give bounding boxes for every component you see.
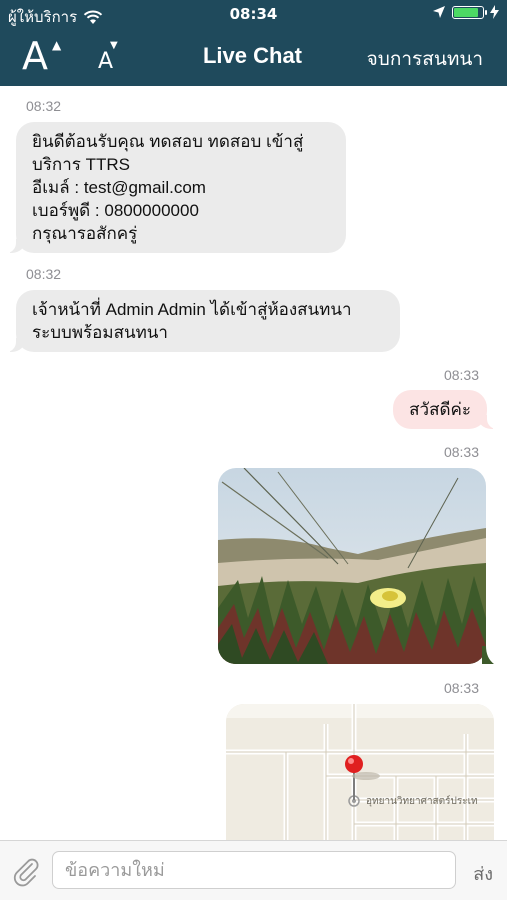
status-right <box>432 5 499 19</box>
status-time: 08:34 <box>229 5 278 23</box>
font-decrease-button[interactable]: ▼ A <box>96 40 126 80</box>
end-chat-button[interactable]: จบการสนทนา <box>367 44 483 74</box>
message-line: บริการ TTRS <box>32 155 130 174</box>
message-timestamp: 08:32 <box>26 266 62 282</box>
message-line: เจ้าหน้าที่ Admin Admin ได้เข้าสู่ห้องสน… <box>32 300 352 319</box>
chat-messages[interactable]: 08:32 ยินดีต้อนรับคุณ ทดสอบ ทดสอบ เข้าสู… <box>0 86 507 840</box>
outgoing-message-bubble: สวัสดีค่ะ <box>393 390 497 429</box>
font-increase-button[interactable]: A ▲ <box>22 34 62 78</box>
location-arrow-icon <box>433 6 445 18</box>
incoming-message-bubble: เจ้าหน้าที่ Admin Admin ได้เข้าสู่ห้องสน… <box>6 290 400 352</box>
map-place-label: อุทยานวิทยาศาสตร์ประเท <box>366 796 478 807</box>
battery-icon <box>452 5 487 19</box>
incoming-message-bubble: ยินดีต้อนรับคุณ ทดสอบ ทดสอบ เข้าสู่ บริก… <box>6 122 346 253</box>
bubble-tail-icon <box>482 646 494 664</box>
message-timestamp: 08:32 <box>26 98 62 114</box>
map-image <box>226 704 494 840</box>
font-increase-letter: A <box>22 34 48 78</box>
status-bar: ผู้ให้บริการ 08:34 <box>0 0 507 28</box>
paperclip-icon[interactable] <box>10 855 42 887</box>
message-line: ระบบพร้อมสนทนา <box>32 323 168 342</box>
font-decrease-letter: A <box>98 49 114 74</box>
message-input[interactable] <box>52 851 456 889</box>
send-button[interactable]: ส่ง <box>473 859 493 888</box>
message-text: สวัสดีค่ะ <box>409 400 471 419</box>
page-title: Live Chat <box>202 43 303 68</box>
message-line: เบอร์พูดี : 0800000000 <box>32 201 199 220</box>
photo-flower-image <box>218 468 486 664</box>
message-line: กรุณารอสักครู่ <box>32 224 138 243</box>
message-line: อีเมล์ : test@gmail.com <box>32 178 206 197</box>
message-line: ยินดีต้อนรับคุณ ทดสอบ ทดสอบ เข้าสู่ <box>32 132 304 151</box>
message-timestamp: 08:33 <box>443 444 479 460</box>
nav-bar: A ▲ ▼ A Live Chat จบการสนทนา <box>0 28 507 86</box>
message-timestamp: 08:33 <box>443 680 479 696</box>
caret-up-icon: ▲ <box>52 38 62 52</box>
charging-icon <box>490 5 499 19</box>
image-message[interactable] <box>218 468 486 664</box>
message-input-bar: ส่ง <box>0 840 507 900</box>
message-timestamp: 08:33 <box>443 367 479 383</box>
location-map-message[interactable]: อุทยานวิทยาศาสตร์ประเท <box>226 704 494 840</box>
